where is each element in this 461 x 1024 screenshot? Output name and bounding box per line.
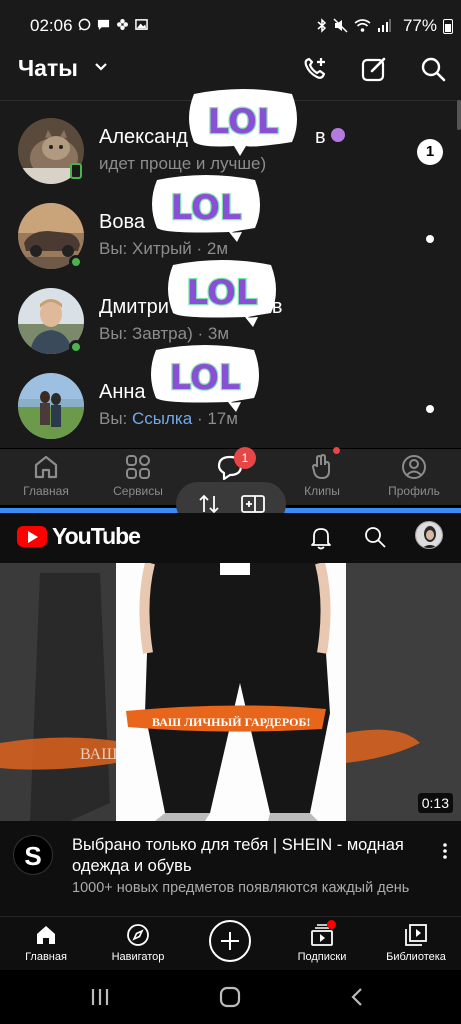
video-thumbnail[interactable]: ВАШ ВАШ ЛИЧНЫЙ ГАРДЕРОБ! 0:13 (0, 563, 461, 821)
lol-sticker: LOL (168, 260, 276, 327)
pinwheel-icon (117, 19, 128, 30)
video-title[interactable]: Выбрано только для тебя | SHEIN - модная… (72, 835, 422, 877)
back-icon[interactable] (346, 985, 370, 1009)
svg-text:LOL: LOL (169, 358, 240, 398)
video-subtitle: 1000+ новых предметов появляются каждый … (72, 880, 410, 896)
chat-preview: Вы: Завтра) · 3м (99, 324, 230, 343)
home-filled-icon (37, 926, 55, 944)
mute-icon (333, 18, 348, 33)
bluetooth-icon (317, 18, 327, 33)
svg-text:LOL: LOL (207, 102, 278, 142)
compass-icon (127, 924, 149, 946)
wifi-icon (354, 19, 371, 32)
whatsapp-icon (78, 18, 91, 31)
youtube-pane: YouTube ВАШ ВАШ ЛИЧНЫЙ ГАРДЕРОБ! 0:13 S … (0, 513, 461, 963)
gallery-icon (135, 19, 148, 30)
services-icon (126, 455, 150, 479)
youtube-logo-icon[interactable] (17, 526, 47, 547)
notification-icons (78, 18, 148, 31)
unread-dot (426, 405, 434, 413)
home-icon (34, 455, 58, 479)
chat-icon (97, 19, 110, 31)
svg-text:LOL: LOL (170, 188, 241, 228)
online-indicator (69, 255, 83, 269)
svg-text:LOL: LOL (186, 273, 257, 313)
messages-badge: 1 (234, 447, 256, 469)
yt-tab-explore[interactable]: Навигатор (102, 917, 174, 971)
chats-title[interactable]: Чаты (18, 55, 78, 82)
chat-preview: Вы: Ссылка · 17м (99, 409, 238, 428)
library-icon (405, 924, 427, 946)
unread-badge: 1 (417, 139, 443, 165)
clips-icon (312, 454, 330, 479)
create-icon[interactable] (209, 920, 251, 962)
status-time: 02:06 (30, 16, 73, 35)
profile-icon (402, 455, 426, 479)
thumbnail-image: ВАШ (0, 563, 461, 821)
clips-notification-dot (333, 447, 340, 454)
yt-tab-library[interactable]: Библиотека (380, 917, 452, 971)
youtube-header: YouTube (0, 513, 461, 563)
banner-text: ВАШ ЛИЧНЫЙ ГАРДЕРОБ! (152, 715, 311, 729)
chat-preview: Вы: Хитрый · 2м (99, 239, 229, 258)
subscriptions-notification-dot (327, 920, 336, 929)
unread-dot (426, 235, 434, 243)
chat-name: Вова (99, 211, 145, 233)
search-icon[interactable] (362, 524, 388, 550)
add-call-icon[interactable] (300, 54, 330, 84)
android-navigation-bar (0, 970, 461, 1024)
home-icon[interactable] (218, 985, 242, 1009)
signal-icon (378, 19, 391, 32)
youtube-wordmark[interactable]: YouTube (52, 523, 141, 550)
recents-icon[interactable] (88, 985, 112, 1009)
battery-icon (443, 19, 453, 34)
system-icons (317, 18, 391, 33)
search-icon[interactable] (418, 54, 448, 84)
tab-profile[interactable]: Профиль (368, 449, 460, 505)
svg-text:ВАШ: ВАШ (80, 746, 117, 763)
status-bar: 02:06 77% (0, 0, 461, 48)
crystal-ball-icon (331, 128, 346, 142)
online-mobile-indicator (70, 163, 82, 179)
more-options-icon[interactable] (440, 841, 450, 861)
chat-preview: идет проще и лучше) (99, 154, 267, 173)
lol-sticker: LOL (189, 89, 297, 156)
compose-icon[interactable] (359, 54, 389, 84)
chat-name: Анна (99, 381, 146, 403)
avatar (18, 373, 84, 439)
chevron-down-icon[interactable] (94, 62, 108, 72)
yt-tab-subscriptions[interactable]: Подписки (286, 917, 358, 971)
video-duration: 0:13 (417, 793, 453, 813)
bell-icon[interactable] (308, 524, 334, 550)
lol-sticker: LOL (151, 345, 259, 412)
lol-sticker: LOL (152, 175, 260, 242)
battery-level: 77% (402, 16, 437, 35)
tab-home[interactable]: Главная (0, 449, 92, 505)
avatar[interactable] (415, 521, 443, 549)
yt-tab-home[interactable]: Главная (14, 917, 78, 971)
channel-avatar[interactable]: S (13, 835, 53, 875)
tab-services[interactable]: Сервисы (92, 449, 184, 505)
online-indicator (69, 340, 83, 354)
tab-clips[interactable]: Клипы (276, 449, 368, 505)
